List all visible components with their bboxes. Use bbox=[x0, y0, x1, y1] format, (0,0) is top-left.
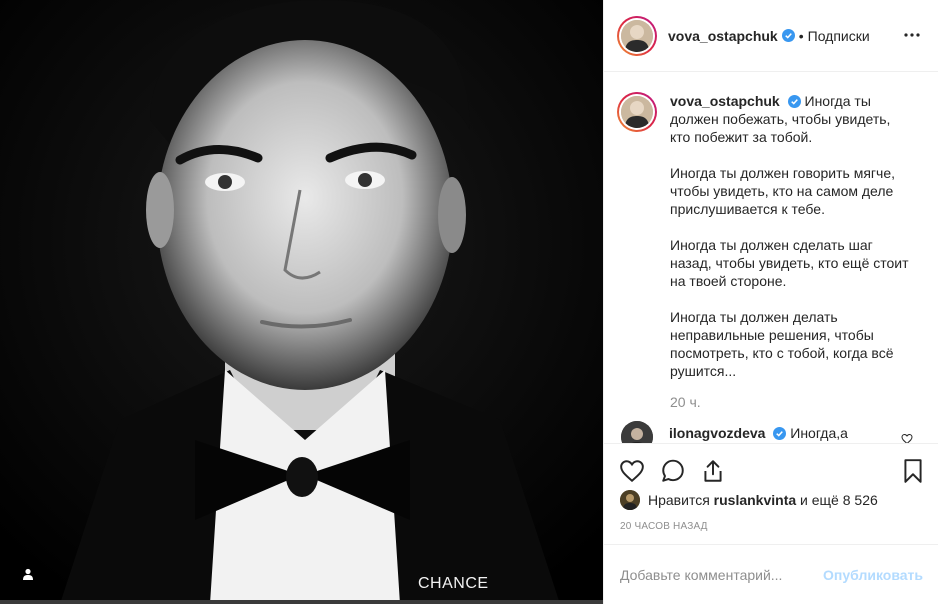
commenter-avatar[interactable] bbox=[621, 421, 653, 443]
liker-avatar bbox=[620, 490, 640, 510]
caption-paragraph: Иногда ты должен сделать шаг назад, чтоб… bbox=[670, 237, 909, 289]
post-sidebar: vova_ostapchuk • Подписки vova_ostapchuk… bbox=[603, 0, 938, 604]
likes-count[interactable]: и ещё 8 526 bbox=[800, 492, 878, 508]
comment-item: ilonagvozdeva Иногда,а bbox=[617, 421, 848, 443]
comment-icon[interactable] bbox=[660, 458, 686, 484]
caption-time[interactable]: 20 ч. bbox=[670, 393, 910, 411]
caption-text: vova_ostapchuk Иногда ты должен побежать… bbox=[670, 92, 910, 411]
caption-username[interactable]: vova_ostapchuk bbox=[670, 93, 780, 109]
publish-button[interactable]: Опубликовать bbox=[823, 567, 923, 583]
commenter-username[interactable]: ilonagvozdeva bbox=[669, 425, 765, 441]
post-photo[interactable]: CHANCE bbox=[0, 0, 603, 604]
comment-body: Иногда,а bbox=[790, 425, 848, 441]
user-tag-icon bbox=[23, 568, 33, 580]
caption-paragraph: Иногда ты должен делать неправильные реш… bbox=[670, 309, 894, 379]
following-button[interactable]: Подписки bbox=[808, 28, 870, 44]
liker-username[interactable]: ruslankvinta bbox=[714, 492, 796, 508]
bookmark-icon[interactable] bbox=[900, 458, 926, 484]
user-tag-button[interactable] bbox=[16, 562, 40, 586]
post-caption: vova_ostapchuk Иногда ты должен побежать… bbox=[617, 92, 910, 411]
likes-summary[interactable]: Нравится ruslankvinta и ещё 8 526 bbox=[620, 490, 878, 510]
portrait-image bbox=[0, 0, 603, 604]
heart-icon[interactable] bbox=[619, 458, 645, 484]
author-username[interactable]: vova_ostapchuk bbox=[668, 28, 778, 44]
action-bar bbox=[604, 443, 938, 493]
comment-text: ilonagvozdeva Иногда,а bbox=[669, 425, 848, 441]
share-icon[interactable] bbox=[700, 458, 726, 484]
author-avatar[interactable] bbox=[617, 15, 657, 56]
verified-icon bbox=[781, 29, 795, 42]
verified-icon bbox=[787, 95, 801, 108]
more-icon[interactable] bbox=[903, 26, 921, 44]
caption-paragraph: Иногда ты должен говорить мягче, чтобы у… bbox=[670, 165, 895, 217]
caption-avatar[interactable] bbox=[617, 92, 657, 132]
photo-bottom-strip bbox=[0, 600, 603, 604]
likes-prefix: Нравится bbox=[648, 492, 710, 508]
add-comment-form: Опубликовать bbox=[604, 544, 938, 604]
comment-like-icon[interactable] bbox=[901, 433, 913, 443]
header-separator: • bbox=[798, 27, 804, 44]
verified-icon bbox=[773, 427, 787, 440]
post-timestamp[interactable]: 20 ЧАСОВ НАЗАД bbox=[620, 521, 708, 532]
comments-section[interactable]: vova_ostapchuk Иногда ты должен побежать… bbox=[604, 73, 938, 443]
post-header: vova_ostapchuk • Подписки bbox=[604, 0, 938, 72]
comment-input[interactable] bbox=[620, 566, 824, 583]
photo-watermark: CHANCE bbox=[418, 575, 489, 592]
